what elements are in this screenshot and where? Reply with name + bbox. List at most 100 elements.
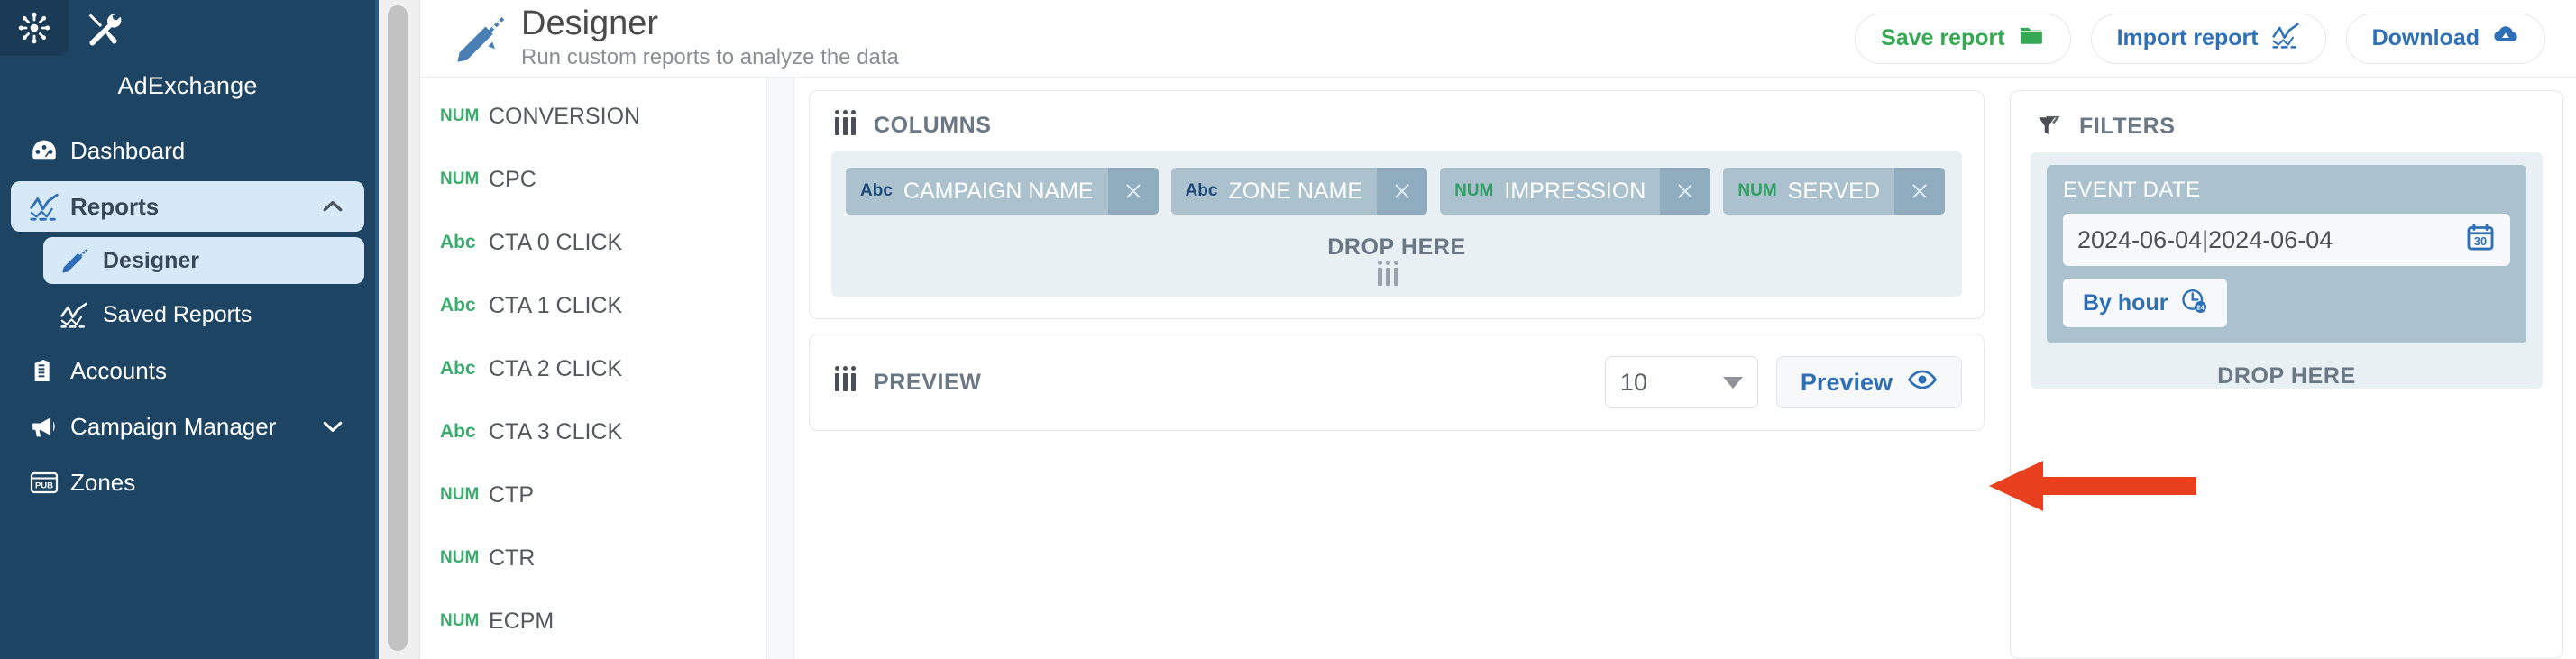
svg-text:PUB: PUB	[35, 481, 53, 491]
close-icon[interactable]	[1377, 168, 1428, 215]
filters-dropzone[interactable]: EVENT DATE 2024-06-04|2024-06-04 30 By h…	[2031, 152, 2543, 389]
dashboard-icon	[29, 135, 70, 166]
filter-card-event-date[interactable]: EVENT DATE 2024-06-04|2024-06-04 30 By h…	[2047, 165, 2526, 343]
import-report-button[interactable]: Import report	[2090, 13, 2326, 64]
window-corner-notch	[2527, 0, 2576, 14]
sidebar-tab-tools[interactable]	[69, 0, 137, 56]
page-scrollbar[interactable]	[379, 0, 420, 659]
field-label: CONVERSION	[489, 103, 641, 129]
designer-ruler-pen-icon	[447, 12, 514, 66]
row-count-select[interactable]: 10	[1604, 356, 1758, 408]
preview-button[interactable]: Preview	[1775, 356, 1962, 408]
field-list-item[interactable]: NUM CTR	[420, 526, 766, 590]
close-icon[interactable]	[1894, 168, 1946, 215]
reports-chart-icon	[29, 191, 70, 222]
field-type-badge: NUM	[440, 485, 480, 504]
column-chip-body: Abc CAMPAIGN NAME	[846, 168, 1108, 215]
field-type-badge: Abc	[440, 295, 476, 316]
field-list-item[interactable]: Abc CTA 2 CLICK	[420, 337, 766, 400]
columns-panel-header: COLUMNS	[810, 91, 1984, 151]
sidebar-item-designer[interactable]: Designer	[43, 237, 364, 284]
reports-chart-icon	[60, 300, 103, 329]
close-icon[interactable]	[1660, 168, 1711, 215]
field-type-badge: Abc	[440, 421, 476, 442]
field-list-item[interactable]: Abc CTA 1 CLICK	[420, 274, 766, 337]
megaphone-icon	[29, 411, 70, 442]
date-range-input[interactable]: 2024-06-04|2024-06-04 30	[2063, 214, 2510, 266]
chevron-up-icon[interactable]	[317, 193, 348, 220]
column-chip-label: SERVED	[1787, 178, 1881, 204]
sidebar-item-label: Reports	[70, 192, 160, 220]
field-list-item[interactable]: Abc CTA 3 CLICK	[420, 400, 766, 463]
eye-icon	[1907, 364, 1938, 401]
sidebar-tab-strip	[0, 0, 375, 56]
sidebar-item-label: Accounts	[70, 356, 167, 384]
drag-handle-icon[interactable]	[835, 109, 856, 135]
columns-chip-list: Abc CAMPAIGN NAME Abc ZONE NAME NUM IMPR…	[846, 168, 1948, 215]
column-chip-label: ZONE NAME	[1228, 178, 1363, 204]
sidebar-item-reports[interactable]: Reports	[11, 181, 364, 232]
by-hour-toggle[interactable]: By hour 24	[2063, 279, 2228, 327]
building-icon	[29, 356, 70, 385]
drop-handle-row	[846, 261, 1948, 286]
field-type-badge: NUM	[440, 106, 480, 125]
funnel-icon	[2036, 113, 2063, 140]
clock-24-icon: 24	[2180, 287, 2207, 320]
download-button[interactable]: Download	[2345, 13, 2545, 64]
close-icon[interactable]	[1107, 168, 1159, 215]
field-list-item[interactable]: NUM CTP	[420, 463, 766, 526]
field-type-badge: NUM	[440, 169, 480, 188]
drag-handle-icon	[1377, 261, 1398, 286]
download-label: Download	[2371, 25, 2480, 50]
field-label: CTR	[489, 545, 536, 571]
drag-handle-icon[interactable]	[835, 366, 856, 391]
preview-button-label: Preview	[1800, 368, 1893, 396]
filters-drop-here-label: DROP HERE	[2217, 363, 2356, 389]
field-label: CTA 0 CLICK	[489, 229, 623, 255]
column-chip[interactable]: Abc ZONE NAME	[1170, 168, 1428, 215]
chevron-down-icon[interactable]	[317, 413, 348, 440]
by-hour-label: By hour	[2083, 289, 2168, 316]
field-list-item[interactable]: Abc CTA 0 CLICK	[420, 211, 766, 274]
field-list-item[interactable]: NUM ECPM	[420, 590, 766, 653]
asterisk-icon	[16, 10, 52, 46]
center-column: COLUMNS Abc CAMPAIGN NAME Abc ZONE NAME …	[794, 78, 1999, 659]
pub-window-icon: PUB	[29, 467, 70, 498]
sidebar-item-saved-reports[interactable]: Saved Reports	[43, 291, 364, 338]
column-chip-label: IMPRESSION	[1504, 178, 1646, 204]
sidebar-item-label: Designer	[103, 247, 199, 273]
field-label: CTP	[489, 481, 534, 508]
column-chip[interactable]: NUM SERVED	[1723, 168, 1946, 215]
calendar-30-icon[interactable]: 30	[2465, 222, 2496, 259]
field-type-badge: Abc	[860, 181, 893, 200]
field-type-badge: Abc	[440, 358, 476, 379]
scrollbar-thumb[interactable]	[388, 5, 408, 651]
column-chip-body: NUM IMPRESSION	[1440, 168, 1660, 215]
sidebar-item-label: Zones	[70, 468, 136, 496]
column-chip[interactable]: NUM IMPRESSION	[1440, 168, 1711, 215]
chart-line-icon	[2271, 21, 2300, 56]
columns-drop-here-label: DROP HERE	[1327, 234, 1466, 260]
field-label: CTA 3 CLICK	[489, 418, 623, 444]
sidebar-tab-hub[interactable]	[0, 0, 69, 56]
filters-panel-title: FILTERS	[2079, 113, 2176, 139]
columns-dropzone[interactable]: Abc CAMPAIGN NAME Abc ZONE NAME NUM IMPR…	[831, 151, 1962, 297]
sidebar-item-zones[interactable]: PUB Zones	[11, 457, 364, 508]
main-content: Designer Run custom reports to analyze t…	[420, 0, 2576, 659]
field-list-item[interactable]: NUM CONVERSION	[420, 85, 766, 148]
field-list[interactable]: NUM CONVERSION NUM CPC Abc CTA 0 CLICK A…	[420, 78, 767, 659]
preview-panel: PREVIEW 10 Preview	[809, 334, 1985, 431]
sidebar-item-label: Saved Reports	[103, 301, 252, 327]
filter-card-title: EVENT DATE	[2063, 178, 2201, 202]
sidebar-brand: AdExchange	[117, 72, 258, 99]
field-label: CTA 1 CLICK	[489, 292, 623, 318]
sidebar-item-dashboard[interactable]: Dashboard	[11, 125, 364, 176]
sidebar-item-campaign-manager[interactable]: Campaign Manager	[11, 401, 364, 452]
field-list-item[interactable]: NUM CPC	[420, 148, 766, 211]
save-report-button[interactable]: Save report	[1855, 13, 2071, 64]
columns-panel: COLUMNS Abc CAMPAIGN NAME Abc ZONE NAME …	[809, 90, 1985, 319]
designer-body: NUM CONVERSION NUM CPC Abc CTA 0 CLICK A…	[420, 78, 2576, 659]
sidebar-item-accounts[interactable]: Accounts	[11, 345, 364, 396]
import-report-label: Import report	[2116, 25, 2259, 50]
column-chip[interactable]: Abc CAMPAIGN NAME	[846, 168, 1159, 215]
